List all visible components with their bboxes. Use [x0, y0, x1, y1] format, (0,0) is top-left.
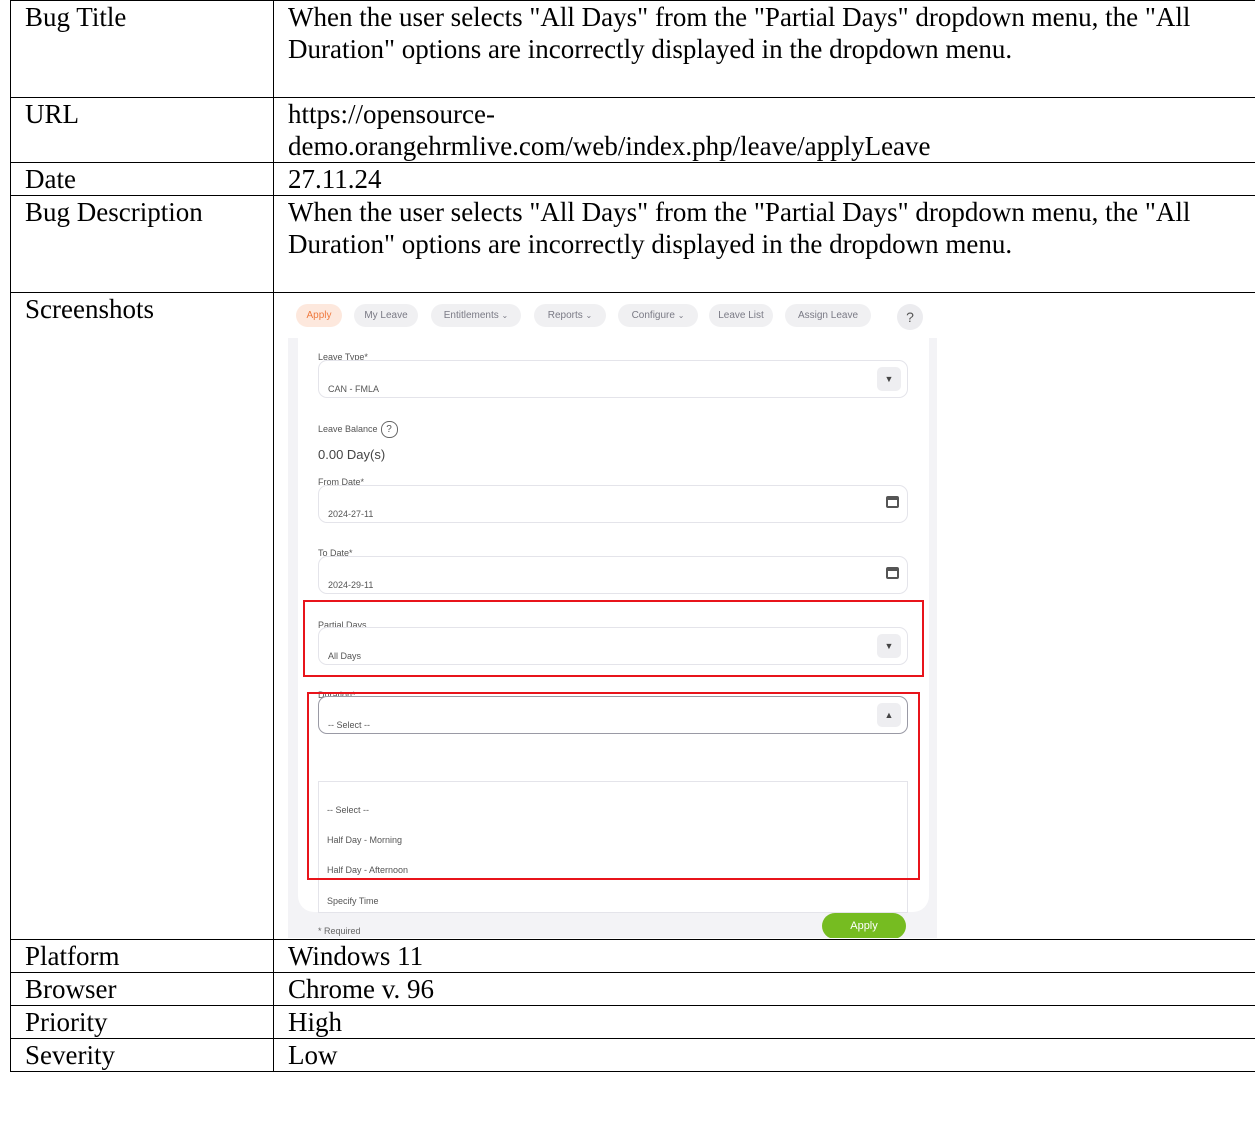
nav-reports-tab[interactable]: Reports ⌄	[534, 304, 606, 327]
caret-down-icon[interactable]: ▼	[877, 367, 901, 391]
platform-value: Windows 11	[273, 939, 1255, 973]
leave-balance-label-text: Leave Balance	[318, 424, 378, 434]
help-icon[interactable]: ?	[897, 304, 923, 330]
url-line-1: https://opensource-	[288, 99, 495, 129]
priority-value: High	[273, 1005, 1255, 1039]
browser-value: Chrome v. 96	[273, 972, 1255, 1006]
row-screenshots: Screenshots Apply My Leave Entitlements …	[10, 292, 1255, 940]
bug-report-table: Bug Title When the user selects "All Day…	[10, 0, 1255, 1072]
leave-type-select[interactable]: CAN - FMLA ▼	[318, 360, 908, 398]
row-url: URL https://opensource-demo.orangehrmliv…	[10, 97, 1255, 163]
nav-my-leave-tab[interactable]: My Leave	[354, 304, 418, 327]
bug-title-label: Bug Title	[10, 0, 274, 98]
leave-nav-bar: Apply My Leave Entitlements ⌄ Reports ⌄ …	[288, 293, 937, 338]
nav-reports-label: Reports	[547, 310, 583, 321]
bug-title-value: When the user selects "All Days" from th…	[273, 0, 1255, 98]
row-severity: Severity Low	[10, 1038, 1255, 1072]
severity-value: Low	[273, 1038, 1255, 1072]
highlight-partial-days	[303, 600, 924, 677]
leave-type-value: CAN - FMLA	[328, 384, 380, 394]
row-priority: Priority High	[10, 1005, 1255, 1039]
nav-entitlements-tab[interactable]: Entitlements ⌄	[431, 304, 521, 327]
to-date-input[interactable]: 2024-29-11	[318, 556, 908, 594]
screenshots-label: Screenshots	[10, 292, 274, 940]
to-date-value: 2024-29-11	[328, 580, 374, 590]
browser-label: Browser	[10, 972, 274, 1006]
priority-label: Priority	[10, 1005, 274, 1039]
row-bug-title: Bug Title When the user selects "All Day…	[10, 0, 1255, 98]
nav-configure-tab[interactable]: Configure ⌄	[618, 304, 698, 327]
row-bug-description: Bug Description When the user selects "A…	[10, 195, 1255, 293]
severity-label: Severity	[10, 1038, 274, 1072]
row-platform: Platform Windows 11	[10, 939, 1255, 973]
nav-entitlements-label: Entitlements	[443, 310, 499, 321]
url-value: https://opensource-demo.orangehrmlive.co…	[273, 97, 1255, 163]
nav-apply-tab[interactable]: Apply	[296, 304, 342, 327]
date-label: Date	[10, 162, 274, 196]
calendar-icon[interactable]	[886, 567, 899, 579]
date-value: 27.11.24	[273, 162, 1255, 196]
screenshots-value: Apply My Leave Entitlements ⌄ Reports ⌄ …	[273, 292, 1255, 940]
apply-button[interactable]: Apply	[822, 913, 906, 938]
chevron-down-icon: ⌄	[501, 311, 509, 320]
row-browser: Browser Chrome v. 96	[10, 972, 1255, 1006]
platform-label: Platform	[10, 939, 274, 973]
required-note: * Required	[318, 926, 361, 936]
bug-description-label: Bug Description	[10, 195, 274, 293]
nav-configure-label: Configure	[631, 310, 675, 321]
nav-assign-leave-tab[interactable]: Assign Leave	[785, 304, 871, 327]
url-line-2: demo.orangehrmlive.com/web/index.php/lea…	[288, 131, 931, 161]
bug-description-value: When the user selects "All Days" from th…	[273, 195, 1255, 293]
question-icon[interactable]: ?	[380, 421, 398, 438]
duration-option[interactable]: Specify Time	[327, 885, 379, 917]
highlight-duration	[307, 692, 920, 880]
row-date: Date 27.11.24	[10, 162, 1255, 196]
nav-leave-list-tab[interactable]: Leave List	[709, 304, 773, 327]
from-date-value: 2024-27-11	[328, 509, 374, 519]
chevron-down-icon: ⌄	[585, 311, 593, 320]
calendar-icon[interactable]	[886, 496, 899, 508]
embedded-screenshot: Apply My Leave Entitlements ⌄ Reports ⌄ …	[288, 293, 937, 938]
url-label: URL	[10, 97, 274, 163]
chevron-down-icon: ⌄	[677, 311, 685, 320]
from-date-input[interactable]: 2024-27-11	[318, 485, 908, 523]
